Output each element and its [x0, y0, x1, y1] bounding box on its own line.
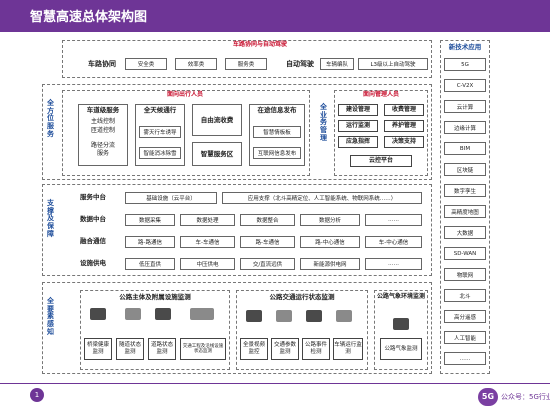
tunnel-sensor-icon [125, 308, 141, 320]
support-cell: 中压供电 [180, 258, 235, 270]
smart-service-label: 智慧服务区 [200, 150, 234, 158]
manage-item-maintenance: 养护管理 [384, 120, 424, 132]
tech-item: 云计算 [444, 100, 486, 113]
support-row-label: 服务中台 [80, 193, 106, 201]
vehicle-road-label: 车路协同 [88, 60, 116, 68]
manage-item-decision: 决策支持 [384, 136, 424, 148]
top-item-service: 服务类 [225, 58, 267, 70]
road-service-item: 服务 [96, 150, 109, 157]
sensing-item: 公路事件检测 [302, 338, 330, 360]
manage-item-cloud: 云控平台 [350, 155, 412, 167]
manage-item-construction: 建设管理 [338, 104, 378, 116]
top-item-platoon: 车辆编队 [320, 58, 354, 70]
sensing-item: 公路气象监测 [380, 338, 422, 360]
sensing-side-label: 全要素感知 [47, 297, 54, 336]
top-item-efficiency: 效率类 [175, 58, 217, 70]
support-cell: 车-中心通信 [365, 236, 422, 248]
support-cell: 数据整合 [240, 214, 295, 226]
tech-item: BIM [444, 142, 486, 155]
managers-title: 面向管理人员 [362, 91, 399, 98]
page-number: 1 [30, 388, 44, 402]
road-sensor-icon [155, 308, 171, 320]
camera-icon [336, 310, 352, 322]
support-row-label: 融合通信 [80, 237, 106, 245]
support-cell: 交/直流远供 [240, 258, 295, 270]
tech-item: 大数据 [444, 226, 486, 239]
sensing-item: 桥梁健康监测 [84, 338, 112, 360]
sensing-item: 车辆运行监测 [333, 338, 363, 360]
sensing-group-title: 公路主体及附属设施监测 [119, 293, 191, 301]
info-release-item: 智慧情板板 [253, 126, 301, 138]
all-weather-title: 全天候通行 [143, 106, 177, 114]
tech-item: 北斗 [444, 289, 486, 302]
support-cell: 数据处理 [180, 214, 235, 226]
camera-icon [246, 310, 262, 322]
tech-item: 数字孪生 [444, 184, 486, 197]
tech-panel-title: 新技术应用 [448, 43, 482, 51]
tech-item: C-V2X [444, 79, 486, 92]
tech-item: 高分遥感 [444, 310, 486, 323]
top-item-l3: L3级以上自动驾驶 [358, 58, 428, 70]
support-row-label: 设施供电 [80, 259, 106, 267]
support-side-label: 支撑及保障 [47, 199, 54, 238]
all-weather-item: 智能消冰除雪 [139, 147, 181, 159]
sensing-group-title: 公路交通运行状态监测 [269, 293, 335, 301]
free-flow-label: 自由流收费 [200, 116, 234, 124]
manage-item-toll: 收费管理 [384, 104, 424, 116]
info-release-title: 在途信息发布 [257, 106, 297, 114]
top-item-safety: 安全类 [125, 58, 167, 70]
tech-item: 物联网 [444, 268, 486, 281]
support-cell: 基础设施（云平台） [125, 192, 217, 204]
sensing-item: 道路状态监测 [148, 338, 176, 360]
sensing-item: 交通工程及沿线设施状态监测 [180, 338, 226, 360]
autopilot-label: 自动驾驶 [286, 60, 314, 68]
support-cell: 车-车通信 [180, 236, 235, 248]
travelers-title: 面向出行人员 [166, 91, 203, 98]
support-cell: 数据分析 [300, 214, 360, 226]
weather-station-icon [393, 318, 409, 330]
business-side-label: 全业务管理 [320, 103, 327, 142]
sensing-item: 隧道状态监测 [116, 338, 144, 360]
sensing-item: 全景视频监控 [240, 338, 268, 360]
facility-sensor-icon [190, 308, 214, 320]
tech-item: SD-WAN [444, 247, 486, 260]
support-cell: 新能源供电网 [300, 258, 360, 270]
all-weather-item: 雾天行车诱导 [139, 126, 181, 138]
top-section-title: 车路协同与自动驾驶 [232, 41, 287, 48]
support-cell: 路-车通信 [240, 236, 295, 248]
tech-item: …… [444, 352, 486, 365]
road-service-title: 车道级服务 [86, 106, 120, 114]
support-cell: 低压直供 [125, 258, 175, 270]
service-side-label: 全方位服务 [47, 99, 54, 138]
info-release-item: 互联网信息发布 [253, 147, 301, 159]
manage-item-monitoring: 运行监测 [338, 120, 378, 132]
tech-item: 边缘计算 [444, 121, 486, 134]
footer-divider [0, 383, 550, 384]
tech-item: 高精度地图 [444, 205, 486, 218]
support-cell: 应用支撑（北斗高精定位、人工智能系统、物联网系统……） [222, 192, 422, 204]
tech-item: 5G [444, 58, 486, 71]
support-row-label: 数据中台 [80, 215, 106, 223]
sensing-group-title: 公路气象环境监测 [377, 293, 426, 300]
brand-logo: 5G [478, 388, 498, 406]
camera-icon [276, 310, 292, 322]
support-cell: 数据采集 [125, 214, 175, 226]
camera-icon [306, 310, 322, 322]
manage-item-emergency: 应急指挥 [338, 136, 378, 148]
footer-account: 公众号：5G行业应用 [501, 393, 550, 401]
road-service-item: 路径分流 [90, 142, 115, 149]
support-cell: 路-路通信 [125, 236, 175, 248]
support-cell: …… [365, 214, 422, 226]
bridge-sensor-icon [90, 308, 106, 320]
road-service-item: 匝道控制 [90, 127, 115, 134]
road-service-item: 主线控制 [90, 118, 115, 125]
tech-item: 人工智能 [444, 331, 486, 344]
support-cell: …… [365, 258, 422, 270]
tech-item: 区块链 [444, 163, 486, 176]
support-cell: 路-中心通信 [300, 236, 360, 248]
page-title: 智慧高速总体架构图 [30, 10, 148, 25]
sensing-item: 交通参数监测 [271, 338, 299, 360]
